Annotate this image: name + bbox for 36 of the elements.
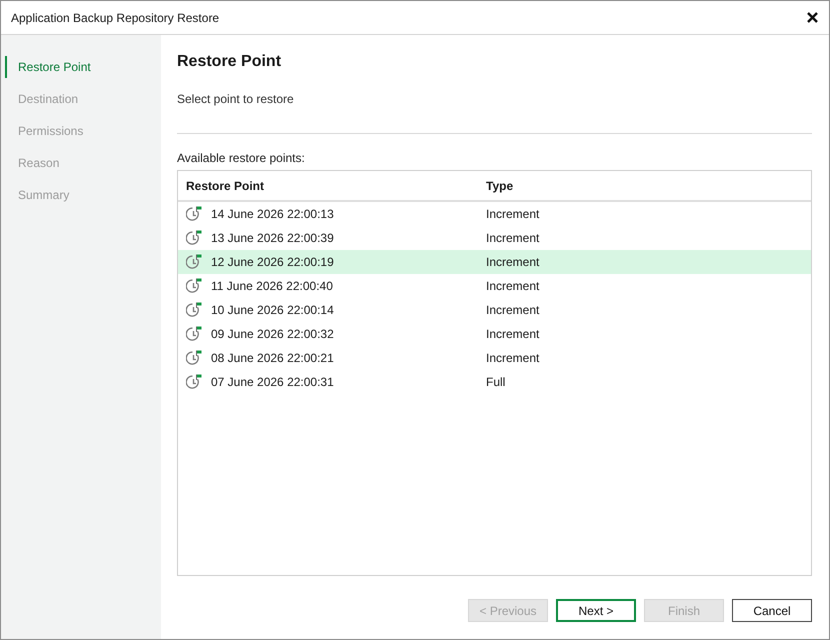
clock-flag-icon <box>186 374 202 390</box>
restore-point-type: Increment <box>485 278 540 295</box>
step-item[interactable]: Restore Point <box>5 56 95 78</box>
page-heading: Restore Point <box>177 52 282 72</box>
restore-point-type: Increment <box>485 302 540 319</box>
column-header[interactable]: Restore Point <box>178 176 478 194</box>
list-label: Available restore points: <box>177 150 305 166</box>
clock-flag-icon <box>186 278 202 294</box>
close-icon <box>806 12 818 23</box>
restore-point-row[interactable]: 12 June 2026 22:00:19 Increment <box>178 250 811 274</box>
wizard-button[interactable]: Next > <box>556 599 636 622</box>
clock-flag-icon <box>186 326 202 342</box>
clock-flag-icon <box>186 302 202 318</box>
restore-point-type: Increment <box>485 206 540 223</box>
close-button[interactable] <box>804 10 820 26</box>
restore-point-type: Increment <box>485 254 540 271</box>
restore-point-type: Increment <box>485 230 540 247</box>
window-title: Application Backup Repository Restore <box>11 10 220 26</box>
page-description: Select point to restore <box>177 91 294 107</box>
restore-point-date: 14 June 2026 22:00:13 <box>211 206 334 223</box>
wizard-button[interactable]: Cancel <box>732 599 812 622</box>
restore-point-date: 13 June 2026 22:00:39 <box>211 230 334 247</box>
clock-flag-icon <box>186 230 202 246</box>
clock-flag-icon <box>186 206 202 222</box>
column-header[interactable]: Type <box>478 176 811 194</box>
restore-point-date: 09 June 2026 22:00:32 <box>211 326 334 343</box>
restore-point-type: Increment <box>485 350 540 367</box>
restore-point-date: 10 June 2026 22:00:14 <box>211 302 334 319</box>
clock-flag-icon <box>186 350 202 366</box>
clock-flag-icon <box>186 254 202 270</box>
restore-point-date: 11 June 2026 22:00:40 <box>211 278 333 295</box>
restore-point-date: 12 June 2026 22:00:19 <box>211 254 334 271</box>
restore-point-type: Full <box>485 374 506 391</box>
restore-point-type: Increment <box>485 326 540 343</box>
restore-point-date: 08 June 2026 22:00:21 <box>211 350 334 367</box>
restore-point-date: 07 June 2026 22:00:31 <box>211 374 334 391</box>
